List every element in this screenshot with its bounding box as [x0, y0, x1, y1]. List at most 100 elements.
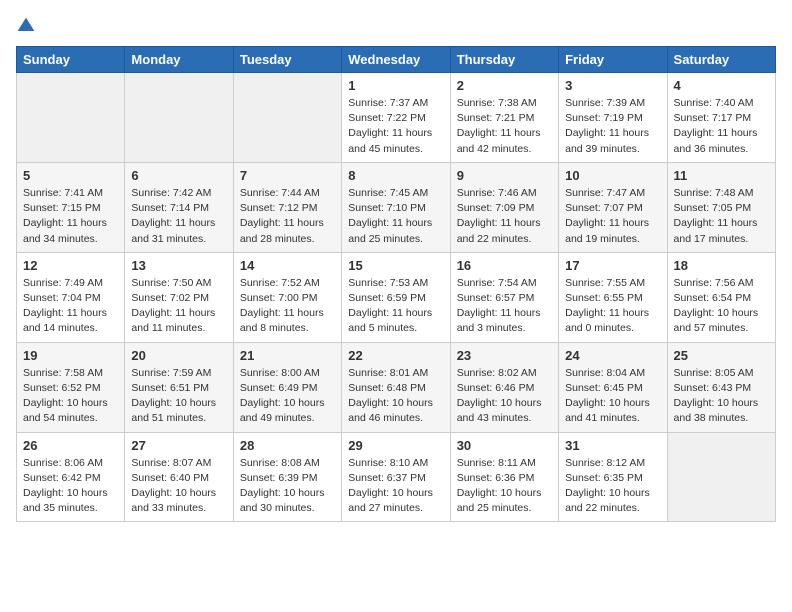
- weekday-header-tuesday: Tuesday: [233, 47, 341, 73]
- logo-icon: [16, 16, 36, 36]
- day-number: 18: [674, 258, 769, 273]
- calendar-week-row: 19Sunrise: 7:58 AMSunset: 6:52 PMDayligh…: [17, 342, 776, 432]
- calendar-week-row: 12 Sunrise: 7:49 AMSunset: 7:04 PMDayligh…: [17, 252, 776, 342]
- calendar-cell: 15Sunrise: 7:53 AMSunset: 6:59 PMDayligh…: [342, 252, 450, 342]
- day-number: 17: [565, 258, 660, 273]
- day-info: Sunrise: 7:44 AMSunset: 7:12 PMDaylight:…: [240, 186, 335, 247]
- day-number: 19: [23, 348, 118, 363]
- calendar-cell: 14 Sunrise: 7:52 AMSunset: 7:00 PMDayligh…: [233, 252, 341, 342]
- day-number: 23: [457, 348, 552, 363]
- day-number: 9: [457, 168, 552, 183]
- day-info: Sunrise: 8:06 AMSunset: 6:42 PMDaylight:…: [23, 456, 118, 517]
- day-info: Sunrise: 7:42 AMSunset: 7:14 PMDaylight:…: [131, 186, 226, 247]
- calendar-week-row: 26Sunrise: 8:06 AMSunset: 6:42 PMDayligh…: [17, 432, 776, 522]
- weekday-header-saturday: Saturday: [667, 47, 775, 73]
- day-number: 6: [131, 168, 226, 183]
- calendar-cell: 19Sunrise: 7:58 AMSunset: 6:52 PMDayligh…: [17, 342, 125, 432]
- calendar-cell: 4Sunrise: 7:40 AMSunset: 7:17 PMDaylight…: [667, 73, 775, 163]
- day-info: Sunrise: 8:10 AMSunset: 6:37 PMDaylight:…: [348, 456, 443, 517]
- day-info: Sunrise: 7:56 AMSunset: 6:54 PMDaylight:…: [674, 276, 769, 337]
- day-number: 7: [240, 168, 335, 183]
- day-number: 8: [348, 168, 443, 183]
- day-number: 28: [240, 438, 335, 453]
- day-info: Sunrise: 7:37 AMSunset: 7:22 PMDaylight:…: [348, 96, 443, 157]
- day-number: 25: [674, 348, 769, 363]
- day-info: Sunrise: 7:54 AMSunset: 6:57 PMDaylight:…: [457, 276, 552, 337]
- calendar-cell: 16 Sunrise: 7:54 AMSunset: 6:57 PMDayligh…: [450, 252, 558, 342]
- calendar-cell: 12 Sunrise: 7:49 AMSunset: 7:04 PMDayligh…: [17, 252, 125, 342]
- day-info: Sunrise: 7:47 AMSunset: 7:07 PMDaylight:…: [565, 186, 660, 247]
- calendar-cell: 13 Sunrise: 7:50 AMSunset: 7:02 PMDayligh…: [125, 252, 233, 342]
- calendar-cell: 17 Sunrise: 7:55 AMSunset: 6:55 PMDayligh…: [559, 252, 667, 342]
- day-number: 27: [131, 438, 226, 453]
- day-info: Sunrise: 7:49 AMSunset: 7:04 PMDaylight:…: [23, 276, 118, 337]
- day-number: 13: [131, 258, 226, 273]
- day-info: Sunrise: 7:46 AMSunset: 7:09 PMDaylight:…: [457, 186, 552, 247]
- calendar-cell: 18 Sunrise: 7:56 AMSunset: 6:54 PMDayligh…: [667, 252, 775, 342]
- day-number: 10: [565, 168, 660, 183]
- day-info: Sunrise: 8:11 AMSunset: 6:36 PMDaylight:…: [457, 456, 552, 517]
- calendar-cell: 29 Sunrise: 8:10 AMSunset: 6:37 PMDayligh…: [342, 432, 450, 522]
- calendar-cell: [233, 73, 341, 163]
- calendar-cell: 8 Sunrise: 7:45 AMSunset: 7:10 PMDaylight…: [342, 162, 450, 252]
- day-number: 24: [565, 348, 660, 363]
- calendar-cell: 20 Sunrise: 7:59 AMSunset: 6:51 PMDayligh…: [125, 342, 233, 432]
- page-header: [16, 16, 776, 36]
- day-info: Sunrise: 8:05 AMSunset: 6:43 PMDaylight:…: [674, 366, 769, 427]
- calendar-cell: [17, 73, 125, 163]
- day-info: Sunrise: 8:12 AMSunset: 6:35 PMDaylight:…: [565, 456, 660, 517]
- calendar-cell: [125, 73, 233, 163]
- day-number: 4: [674, 78, 769, 93]
- weekday-header-wednesday: Wednesday: [342, 47, 450, 73]
- day-info: Sunrise: 7:41 AMSunset: 7:15 PMDaylight:…: [23, 186, 118, 247]
- calendar-cell: 31 Sunrise: 8:12 AMSunset: 6:35 PMDayligh…: [559, 432, 667, 522]
- calendar-week-row: 5 Sunrise: 7:41 AMSunset: 7:15 PMDaylight…: [17, 162, 776, 252]
- day-info: Sunrise: 8:07 AMSunset: 6:40 PMDaylight:…: [131, 456, 226, 517]
- day-info: Sunrise: 7:45 AMSunset: 7:10 PMDaylight:…: [348, 186, 443, 247]
- calendar-cell: [667, 432, 775, 522]
- calendar-cell: 1 Sunrise: 7:37 AMSunset: 7:22 PMDaylight…: [342, 73, 450, 163]
- calendar-cell: 9 Sunrise: 7:46 AMSunset: 7:09 PMDaylight…: [450, 162, 558, 252]
- weekday-header-thursday: Thursday: [450, 47, 558, 73]
- day-info: Sunrise: 7:50 AMSunset: 7:02 PMDaylight:…: [131, 276, 226, 337]
- calendar-cell: 22 Sunrise: 8:01 AMSunset: 6:48 PMDayligh…: [342, 342, 450, 432]
- calendar-cell: 23 Sunrise: 8:02 AMSunset: 6:46 PMDayligh…: [450, 342, 558, 432]
- calendar-cell: 7 Sunrise: 7:44 AMSunset: 7:12 PMDaylight…: [233, 162, 341, 252]
- calendar-cell: 2Sunrise: 7:38 AMSunset: 7:21 PMDaylight…: [450, 73, 558, 163]
- day-number: 5: [23, 168, 118, 183]
- day-number: 3: [565, 78, 660, 93]
- calendar-cell: 30 Sunrise: 8:11 AMSunset: 6:36 PMDayligh…: [450, 432, 558, 522]
- calendar-cell: 26Sunrise: 8:06 AMSunset: 6:42 PMDayligh…: [17, 432, 125, 522]
- weekday-header-sunday: Sunday: [17, 47, 125, 73]
- calendar-cell: 27 Sunrise: 8:07 AMSunset: 6:40 PMDayligh…: [125, 432, 233, 522]
- day-number: 15: [348, 258, 443, 273]
- calendar-cell: 28 Sunrise: 8:08 AMSunset: 6:39 PMDayligh…: [233, 432, 341, 522]
- weekday-header-row: SundayMondayTuesdayWednesdayThursdayFrid…: [17, 47, 776, 73]
- calendar-cell: 6 Sunrise: 7:42 AMSunset: 7:14 PMDaylight…: [125, 162, 233, 252]
- day-number: 11: [674, 168, 769, 183]
- day-info: Sunrise: 8:00 AMSunset: 6:49 PMDaylight:…: [240, 366, 335, 427]
- weekday-header-monday: Monday: [125, 47, 233, 73]
- day-number: 16: [457, 258, 552, 273]
- day-number: 12: [23, 258, 118, 273]
- calendar-cell: 5 Sunrise: 7:41 AMSunset: 7:15 PMDaylight…: [17, 162, 125, 252]
- day-info: Sunrise: 8:02 AMSunset: 6:46 PMDaylight:…: [457, 366, 552, 427]
- day-number: 2: [457, 78, 552, 93]
- calendar-cell: 21 Sunrise: 8:00 AMSunset: 6:49 PMDayligh…: [233, 342, 341, 432]
- day-info: Sunrise: 8:01 AMSunset: 6:48 PMDaylight:…: [348, 366, 443, 427]
- day-info: Sunrise: 8:08 AMSunset: 6:39 PMDaylight:…: [240, 456, 335, 517]
- day-info: Sunrise: 7:59 AMSunset: 6:51 PMDaylight:…: [131, 366, 226, 427]
- day-number: 30: [457, 438, 552, 453]
- day-number: 20: [131, 348, 226, 363]
- calendar-cell: 24Sunrise: 8:04 AMSunset: 6:45 PMDayligh…: [559, 342, 667, 432]
- day-number: 14: [240, 258, 335, 273]
- day-info: Sunrise: 7:52 AMSunset: 7:00 PMDaylight:…: [240, 276, 335, 337]
- day-info: Sunrise: 7:55 AMSunset: 6:55 PMDaylight:…: [565, 276, 660, 337]
- day-number: 1: [348, 78, 443, 93]
- day-number: 31: [565, 438, 660, 453]
- day-number: 21: [240, 348, 335, 363]
- day-number: 29: [348, 438, 443, 453]
- logo: [16, 16, 38, 36]
- day-number: 22: [348, 348, 443, 363]
- calendar-cell: 3Sunrise: 7:39 AMSunset: 7:19 PMDaylight…: [559, 73, 667, 163]
